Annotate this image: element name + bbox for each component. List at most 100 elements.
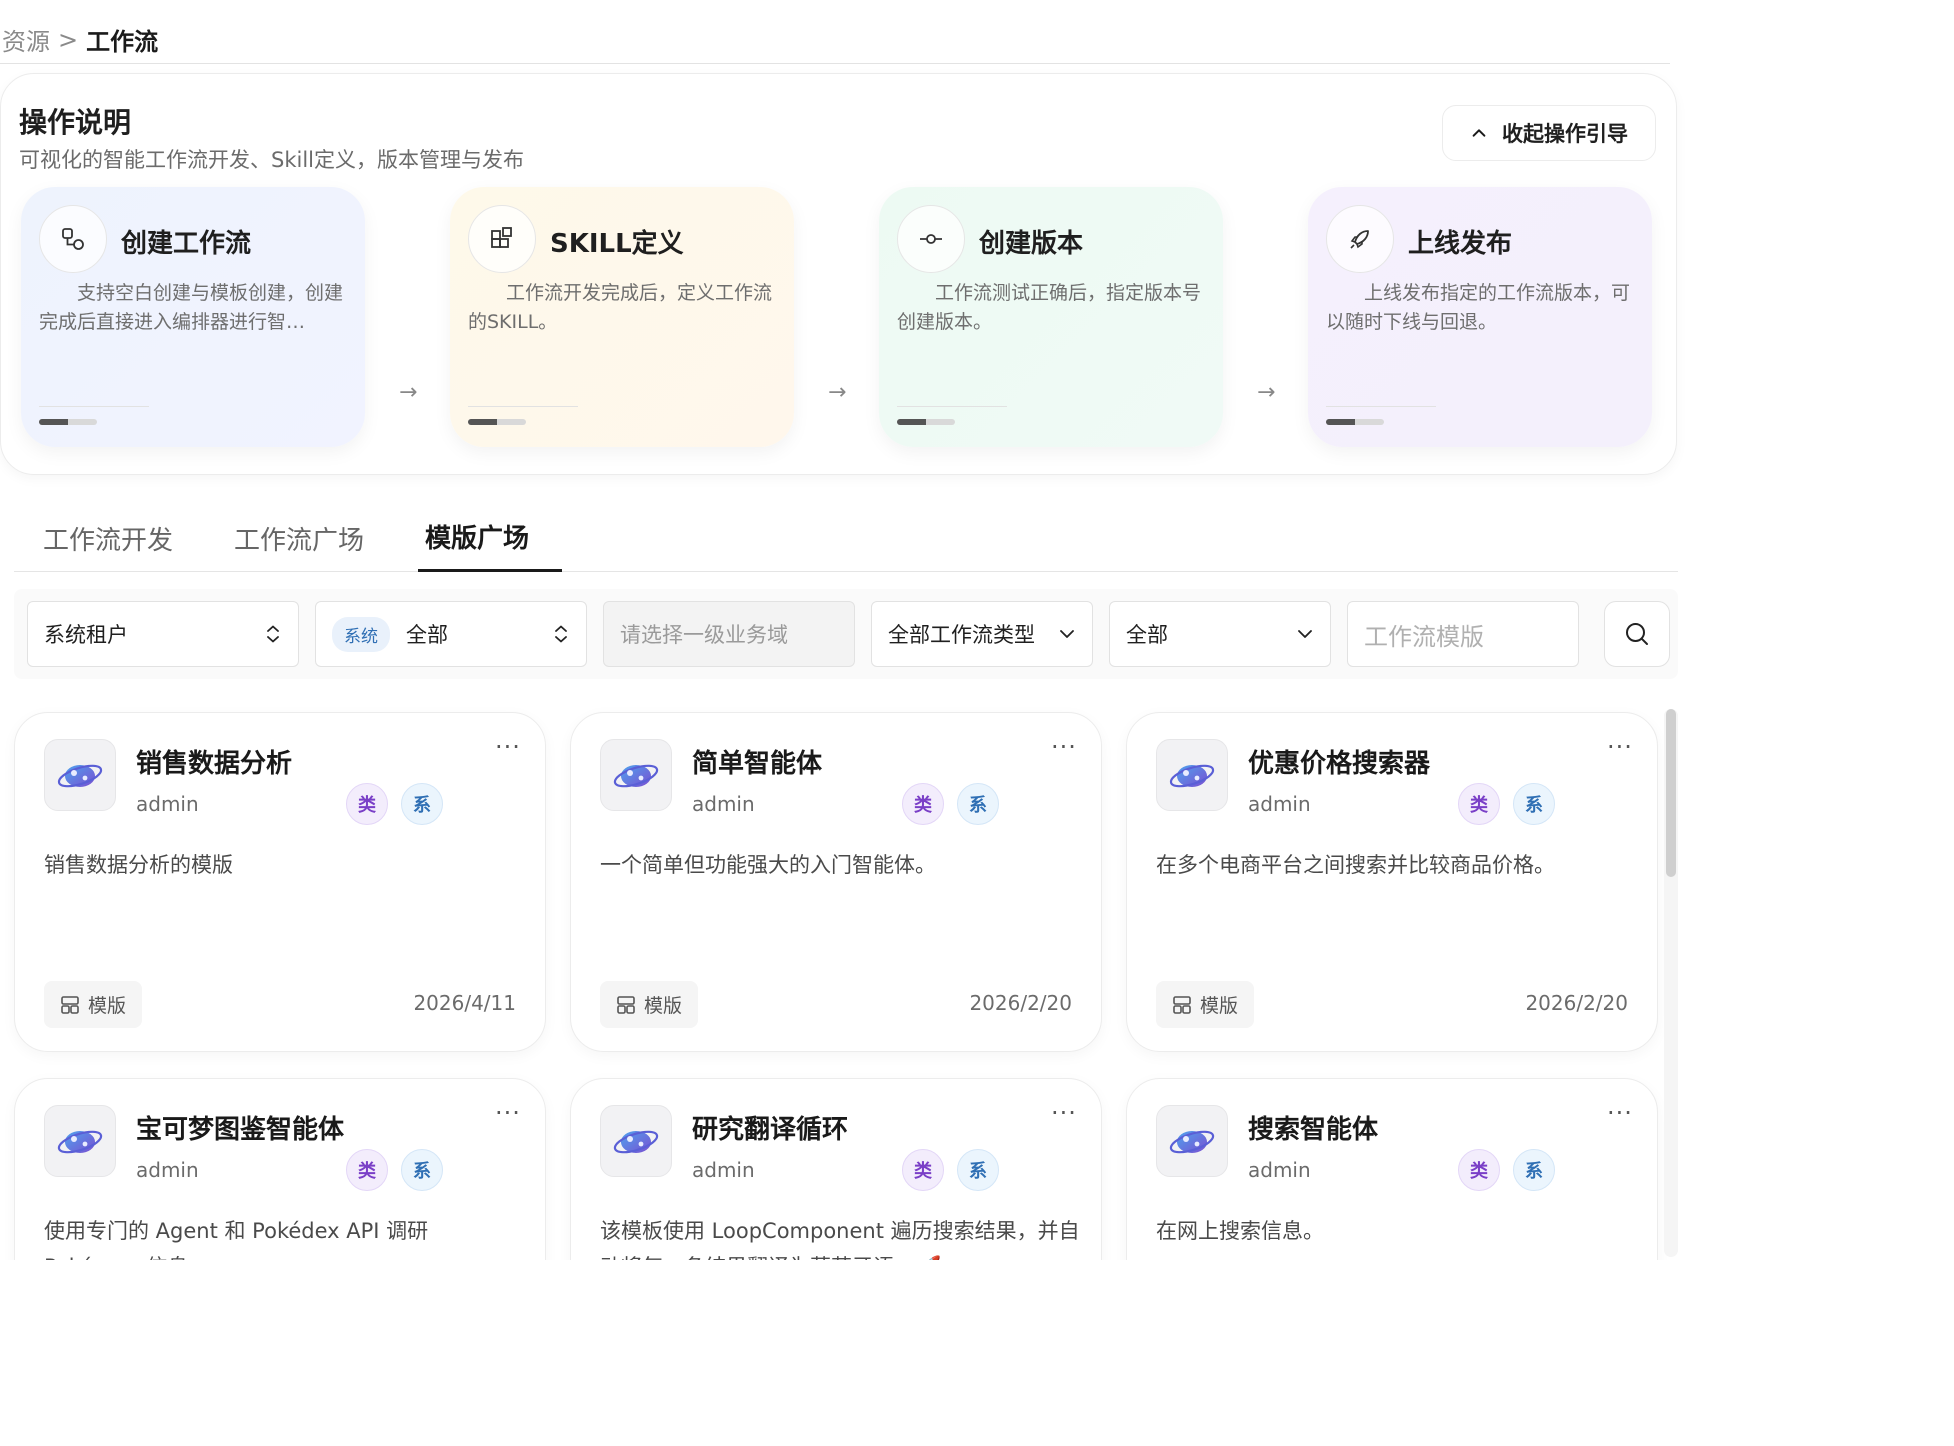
scrollbar[interactable] (1664, 709, 1678, 1257)
tenant-select-value: 系统租户 (44, 623, 128, 647)
card-description: 在网上搜索信息。 (1156, 1219, 1324, 1243)
chevron-up-down-icon (555, 625, 567, 643)
more-options-icon[interactable]: ··· (495, 1099, 521, 1127)
search-button[interactable] (1604, 601, 1670, 667)
card-author: admin (692, 792, 755, 816)
card-description: 销售数据分析的模版 (44, 853, 233, 877)
chevron-up-icon (1472, 129, 1486, 137)
scope-select[interactable]: 系统 全部 (315, 601, 587, 667)
guide-step-create-version: 创建版本 工作流测试正确后，指定版本号创建版本。 (879, 187, 1223, 447)
tab-workflow-development[interactable]: 工作流开发 (43, 520, 173, 557)
step-progress-bar (897, 419, 955, 425)
template-card[interactable]: 研究翻译循环 admin ··· 类系该模板使用 LoopComponent 遍历搜索… (570, 1078, 1102, 1260)
tab-template-plaza[interactable]: 模版广场 (425, 518, 529, 555)
system-tag: 系统 (332, 616, 390, 652)
business-domain-placeholder: 请选择一级业务域 (620, 623, 788, 647)
arrow-right-icon: → (828, 380, 847, 405)
template-avatar-icon (1156, 1105, 1228, 1177)
scrollbar-thumb[interactable] (1666, 709, 1676, 877)
card-title: 研究翻译循环 (692, 1115, 849, 1145)
search-icon (1626, 623, 1648, 645)
more-options-icon[interactable]: ··· (495, 733, 521, 761)
system-badge: 系 (1513, 783, 1555, 825)
step-text: 工作流测试正确后，指定版本号创建版本。 (897, 282, 1202, 333)
step-progress-bar (39, 419, 97, 425)
system-badge: 系 (1513, 1149, 1555, 1191)
version-commit-icon (897, 205, 965, 273)
template-search-input[interactable]: 工作流模版 (1347, 601, 1579, 667)
template-avatar-icon (600, 1105, 672, 1177)
header-divider (0, 63, 1670, 64)
guide-step-create-workflow: 创建工作流 支持空白创建与模板创建，创建完成后直接进入编排器进行智… (21, 187, 365, 447)
category-badge: 类 (346, 1149, 388, 1191)
card-description: 该模板使用 LoopComponent 遍历搜索结果，并自动将每一条结果翻译为葡… (600, 1219, 1080, 1260)
card-description: 在多个电商平台之间搜索并比较商品价格。 (1156, 853, 1555, 877)
template-card[interactable]: 宝可梦图鉴智能体 admin ··· 类系使用专门的 Agent 和 Pokédex … (14, 1078, 546, 1260)
breadcrumb-parent[interactable]: 资源 (2, 22, 50, 57)
business-domain-select[interactable]: 请选择一级业务域 (603, 601, 855, 667)
template-tag: 模版 (1156, 981, 1255, 1028)
template-tag-label: 模版 (1200, 995, 1239, 1017)
breadcrumb-current: 工作流 (86, 28, 159, 56)
rocket-icon (1326, 205, 1394, 273)
system-badge: 系 (401, 783, 443, 825)
step-progress-bar (468, 419, 526, 425)
template-avatar-icon (44, 1105, 116, 1177)
category-badge: 类 (1458, 783, 1500, 825)
template-card[interactable]: 简单智能体 admin ··· 类系一个简单但功能强大的入门智能体。 模版 2026/2/… (570, 712, 1102, 1052)
more-options-icon[interactable]: ··· (1051, 1099, 1077, 1127)
card-title: 销售数据分析 (136, 749, 293, 779)
step-text: 支持空白创建与模板创建，创建完成后直接进入编排器进行智… (39, 282, 344, 333)
category-badge: 类 (902, 1149, 944, 1191)
step-divider (897, 406, 1007, 407)
step-progress-bar (1326, 419, 1384, 425)
guide-title: 操作说明 (19, 106, 132, 139)
status-select-value: 全部 (1126, 623, 1168, 647)
template-layout-icon (61, 995, 79, 1014)
breadcrumb: 资源 > 工作流 (2, 22, 158, 57)
card-author: admin (1248, 792, 1311, 816)
card-author: admin (136, 792, 199, 816)
template-layout-icon (617, 995, 635, 1014)
card-date: 2026/2/20 (1525, 991, 1628, 1015)
tab-workflow-plaza[interactable]: 工作流广场 (234, 520, 364, 557)
card-author: admin (1248, 1158, 1311, 1182)
guide-step-skill-definition: SKILL定义 工作流开发完成后，定义工作流的SKILL。 (450, 187, 794, 447)
step-text: 上线发布指定的工作流版本，可以随时下线与回退。 (1326, 282, 1631, 333)
step-title: 创建工作流 (121, 229, 252, 259)
template-card[interactable]: 销售数据分析 admin ··· 类系销售数据分析的模版 模版 2026/4/11 (14, 712, 546, 1052)
more-options-icon[interactable]: ··· (1607, 1099, 1633, 1127)
template-card-grid: 销售数据分析 admin ··· 类系销售数据分析的模版 模版 2026/4/11 简单智能… (0, 700, 1680, 1260)
system-badge: 系 (957, 783, 999, 825)
step-title: SKILL定义 (550, 229, 684, 259)
step-divider (39, 406, 149, 407)
status-select[interactable]: 全部 (1109, 601, 1331, 667)
skill-blocks-icon (468, 205, 536, 273)
category-badge: 类 (902, 783, 944, 825)
template-avatar-icon (44, 739, 116, 811)
tenant-select[interactable]: 系统租户 (27, 601, 299, 667)
template-tag: 模版 (44, 981, 143, 1028)
workflow-type-value: 全部工作流类型 (888, 623, 1035, 647)
template-card[interactable]: 搜索智能体admin···类系在网上搜索信息。模版 (1126, 1078, 1658, 1260)
workflow-type-select[interactable]: 全部工作流类型 (871, 601, 1093, 667)
template-card[interactable]: 优惠价格搜索器 admin ··· 类系在多个电商平台之间搜索并比较商品价格。模版 20… (1126, 712, 1658, 1052)
chevron-down-icon (1298, 630, 1312, 638)
card-date: 2026/2/20 (969, 991, 1072, 1015)
filter-bar: 系统租户 系统 全部 请选择一级业务域 全部工作流类型 全部 工作流模版 (14, 589, 1678, 679)
more-options-icon[interactable]: ··· (1051, 733, 1077, 761)
card-title: 优惠价格搜索器 (1248, 749, 1431, 779)
card-description: 一个简单但功能强大的入门智能体。 (600, 853, 936, 877)
step-text: 工作流开发完成后，定义工作流的SKILL。 (468, 282, 773, 333)
template-avatar-icon (1156, 739, 1228, 811)
collapse-guide-button[interactable]: 收起操作引导 (1442, 105, 1656, 161)
card-title: 简单智能体 (692, 749, 823, 779)
more-options-icon[interactable]: ··· (1607, 733, 1633, 761)
template-search-placeholder: 工作流模版 (1364, 622, 1484, 651)
card-description: 使用专门的 Agent 和 Pokédex API 调研 Pokémon 信息 (44, 1219, 429, 1260)
workflow-icon (39, 205, 107, 273)
scope-select-value: 全部 (406, 623, 448, 647)
arrow-right-icon: → (399, 380, 418, 405)
active-tab-indicator (418, 569, 562, 572)
card-title: 搜索智能体 (1248, 1115, 1379, 1145)
